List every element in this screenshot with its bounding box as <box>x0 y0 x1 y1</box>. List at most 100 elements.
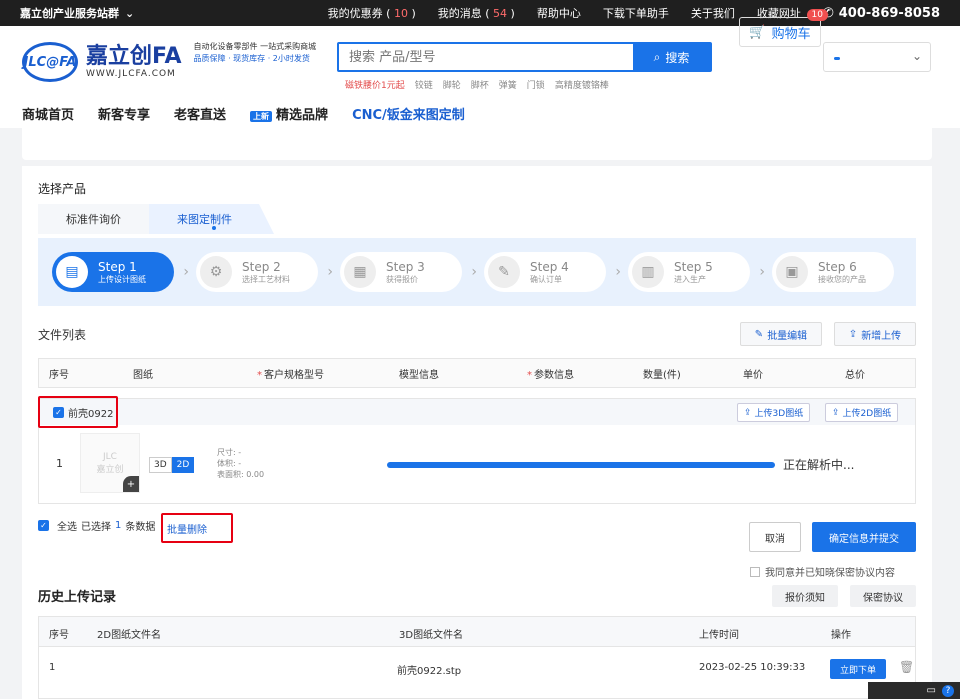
select-all-checkbox[interactable]: ✓ <box>38 520 49 531</box>
selected-count: 1 <box>115 520 122 531</box>
col-drawing: 图纸 <box>133 369 153 381</box>
nda-button[interactable]: 保密协议 <box>850 585 916 607</box>
chevron-down-icon: ⌄ <box>911 49 922 63</box>
step-title: Step 2 <box>242 259 281 274</box>
search-button[interactable]: ⌕ 搜索 <box>633 44 710 70</box>
cart-label: 购物车 <box>771 26 811 42</box>
step-desc: 确认订单 <box>530 274 562 284</box>
cart-button[interactable]: 🛒 购物车 10 <box>739 9 828 47</box>
nav-home[interactable]: 商城首页 <box>22 104 74 123</box>
parse-progress-bar <box>387 462 775 468</box>
selection-bar: ✓ 全选 已选择 1 条数据 <box>38 518 155 533</box>
about-us-link[interactable]: 关于我们 <box>691 5 735 21</box>
chat-icon[interactable]: ▭ <box>927 685 936 696</box>
select-product-title: 选择产品 <box>38 182 87 196</box>
main-nav: 商城首页 新客专享 老客直送 上新 精选品牌 CNC/钣金来图定制 <box>0 98 960 128</box>
my-coupons-link[interactable]: 我的优惠券 ( 10 ) <box>328 5 416 21</box>
col-spec: 客户规格型号 <box>257 366 324 381</box>
step-title: Step 4 <box>530 259 569 274</box>
upload-2d-label: 上传2D图纸 <box>842 409 892 419</box>
package-icon: ▣ <box>776 256 808 288</box>
my-messages-link[interactable]: 我的消息 ( 54 ) <box>438 5 515 21</box>
step-desc: 选择工艺材料 <box>242 274 290 284</box>
nav-new-customer[interactable]: 新客专享 <box>98 104 150 123</box>
file-group: ✓ 前壳0922 ⇪ 上传3D图纸 ⇪ 上传2D图纸 1 JLC 嘉立创 + 3D 2… <box>38 398 916 504</box>
coupons-label: 我的优惠券 <box>327 7 383 20</box>
nav-brands[interactable]: 上新 精选品牌 <box>250 104 328 123</box>
step-desc: 上传设计图纸 <box>98 274 146 284</box>
trash-icon[interactable]: 🗑 <box>899 660 914 674</box>
search-input[interactable] <box>339 44 633 70</box>
avatar <box>834 57 840 60</box>
logo-url: WWW.JLCFA.COM <box>86 69 176 79</box>
new-upload-label: 新增上传 <box>861 330 902 342</box>
upload-2d-button[interactable]: ⇪ 上传2D图纸 <box>825 403 899 422</box>
product-tabs: 标准件询价 来图定制件 <box>38 204 274 234</box>
col-qty: 数量(件) <box>643 369 681 381</box>
edit-icon: ✎ <box>754 328 764 340</box>
select-all-label: 全选 <box>57 522 77 533</box>
coupons-count: 10 <box>393 7 408 20</box>
help-icon[interactable]: ? <box>942 684 954 697</box>
agree-checkbox-row[interactable]: 我同意并已知晓保密协议内容 <box>750 564 895 579</box>
zoom-icon[interactable]: + <box>123 476 139 492</box>
tab-custom[interactable]: 来图定制件 <box>149 204 274 234</box>
model-meta: 尺寸: - 体积: - 表面积: 0.00 <box>217 447 264 480</box>
cart-count-badge: 10 <box>806 9 828 21</box>
download-assistant-link[interactable]: 下载下单助手 <box>603 5 669 21</box>
hot-keyword[interactable]: 脚轮 <box>443 78 461 91</box>
logo[interactable]: JLC@FA 嘉立创FA WWW.JLCFA.COM 自动化设备零部件 一站式采… <box>22 42 334 82</box>
upload-icon: ⇪ <box>744 407 752 418</box>
step-3: ▦ Step 3 获得报价 <box>340 252 477 292</box>
help-center-link[interactable]: 帮助中心 <box>537 5 581 21</box>
nav-brands-label: 精选品牌 <box>276 107 329 123</box>
step-6: ▣ Step 6 接收您的产品 <box>772 252 894 292</box>
table-row: 1 前壳0922.stp 2023-02-25 10:39:33 立即下单 🗑 <box>39 647 915 691</box>
agree-checkbox[interactable] <box>750 566 760 577</box>
hot-keywords: 磁铁腰价1元起 铰链 脚轮 脚杯 弹簧 门锁 高精度镀铬棒 <box>337 78 712 91</box>
hot-keyword[interactable]: 弹簧 <box>499 78 517 91</box>
quote-notice-button[interactable]: 报价须知 <box>772 585 838 607</box>
hot-keyword[interactable]: 磁铁腰价1元起 <box>345 78 405 91</box>
slogan-sub: 品质保障 · 现货库存 · 2小时发货 <box>193 54 310 63</box>
drawing-thumbnail[interactable]: JLC 嘉立创 + <box>80 433 140 493</box>
order-now-button[interactable]: 立即下单 <box>830 659 886 679</box>
meta-area: 表面积: 0.00 <box>217 470 265 479</box>
file-table-header: 序号 图纸 客户规格型号 模型信息 参数信息 数量(件) 单价 总价 <box>38 358 916 388</box>
upload-3d-label: 上传3D图纸 <box>754 409 804 419</box>
col-params: 参数信息 <box>527 366 574 381</box>
nav-cnc[interactable]: CNC/钣金来图定制 <box>352 104 465 123</box>
hcol-time: 上传时间 <box>699 630 739 641</box>
messages-label: 我的消息 <box>437 7 482 20</box>
user-dropdown[interactable]: ⌄ <box>823 42 931 72</box>
hcol-3d: 3D图纸文件名 <box>399 630 464 641</box>
selected-suffix: 条数据 <box>125 522 156 533</box>
new-upload-button[interactable]: ⇪ 新增上传 <box>834 322 916 346</box>
slogan-main: 自动化设备零部件 一站式采购商城 <box>193 42 317 51</box>
upload-3d-button[interactable]: ⇪ 上传3D图纸 <box>737 403 811 422</box>
nav-old-customer[interactable]: 老客直送 <box>174 104 226 123</box>
batch-edit-button[interactable]: ✎ 批量编辑 <box>740 322 822 346</box>
dimension-toggle: 3D 2D <box>149 457 195 473</box>
hrow-3d: 前壳0922.stp <box>397 666 462 677</box>
hot-keyword[interactable]: 脚杯 <box>471 78 489 91</box>
cancel-button[interactable]: 取消 <box>749 522 801 552</box>
site-group-menu[interactable]: 嘉立创产业服务站群 ⌄ <box>20 5 134 21</box>
step-title: Step 3 <box>386 259 425 274</box>
tab-standard[interactable]: 标准件询价 <box>38 204 149 234</box>
history-table: 序号 2D图纸文件名 3D图纸文件名 上传时间 操作 1 前壳0922.stp … <box>38 616 916 699</box>
file-list-title: 文件列表 <box>38 328 87 342</box>
upload-icon: ⇪ <box>832 407 840 418</box>
toggle-3d[interactable]: 3D <box>149 457 172 473</box>
thumb-brand: 嘉立创 <box>96 464 124 475</box>
card-top <box>22 128 932 160</box>
row-number: 1 <box>56 457 63 470</box>
batch-edit-label: 批量编辑 <box>767 330 808 342</box>
logo-name: 嘉立创FA <box>86 44 182 69</box>
hot-keyword[interactable]: 高精度镀铬棒 <box>555 78 609 91</box>
hot-keyword[interactable]: 门锁 <box>527 78 545 91</box>
toggle-2d[interactable]: 2D <box>171 457 195 473</box>
hot-keyword[interactable]: 铰链 <box>415 78 433 91</box>
submit-button[interactable]: 确定信息并提交 <box>812 522 916 552</box>
search-box: ⌕ 搜索 <box>337 42 712 72</box>
